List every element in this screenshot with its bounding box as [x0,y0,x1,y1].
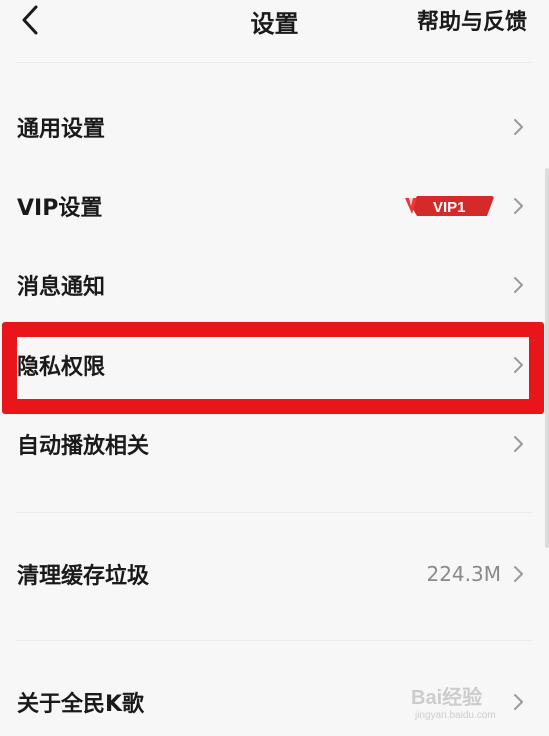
header-divider [16,62,533,63]
settings-page: 设置 帮助与反馈 通用设置 VIP设置 VIP1 消息通知 隐私权限 自动播放相… [0,0,549,736]
settings-row-about[interactable]: 关于全民K歌 [0,670,549,734]
row-label: 关于全民K歌 [17,692,145,717]
chevron-right-icon [514,119,523,135]
chevron-right-icon [514,436,523,452]
cache-size-value: 224.3M [426,562,501,586]
chevron-right-icon [514,566,523,582]
header: 设置 帮助与反馈 [0,0,549,48]
row-label: VIP设置 [17,196,103,221]
chevron-right-icon [514,277,523,293]
settings-row-clear-cache[interactable]: 清理缓存垃圾 224.3M [0,542,549,606]
back-button[interactable] [12,2,48,38]
row-label: 通用设置 [17,117,106,142]
section-divider [16,512,533,513]
help-feedback-link[interactable]: 帮助与反馈 [417,4,527,36]
settings-row-notifications[interactable]: 消息通知 [0,253,549,317]
chevron-right-icon [514,357,523,373]
chevron-right-icon [514,694,523,710]
chevron-right-icon [514,198,523,214]
row-label: 隐私权限 [17,355,106,380]
settings-row-vip[interactable]: VIP设置 VIP1 [0,174,549,238]
settings-row-privacy[interactable]: 隐私权限 [0,333,549,397]
row-label: 消息通知 [17,275,106,300]
row-label: 清理缓存垃圾 [17,564,150,589]
settings-row-general[interactable]: 通用设置 [0,95,549,159]
back-arrow-icon [22,5,38,35]
vip-badge-icon: VIP1 [405,196,494,216]
section-divider [16,640,533,641]
settings-row-autoplay[interactable]: 自动播放相关 [0,412,549,476]
row-label: 自动播放相关 [17,434,150,459]
vip-badge-text: VIP1 [433,199,466,216]
